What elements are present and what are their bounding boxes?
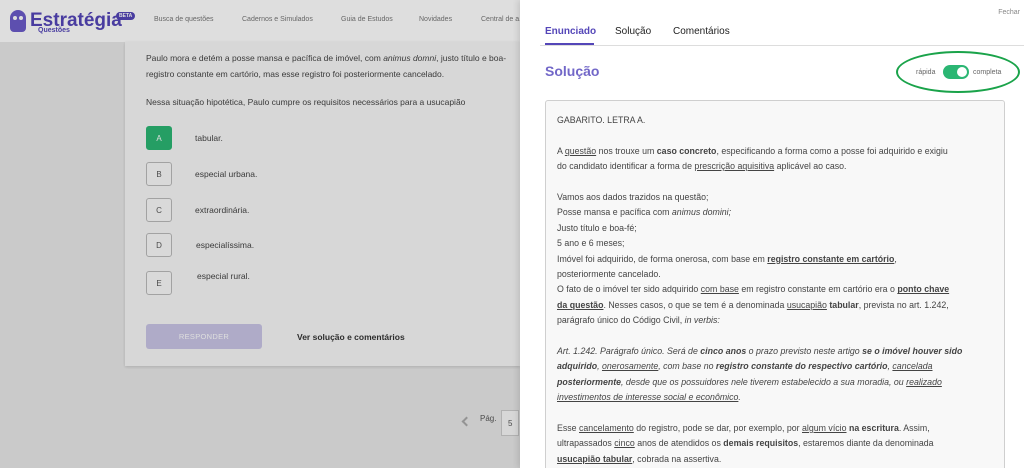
- close-button[interactable]: Fechar: [998, 9, 1020, 16]
- modal-overlay[interactable]: [0, 0, 520, 468]
- solution-title: Solução: [545, 63, 600, 79]
- tab-comentarios[interactable]: Comentários: [673, 26, 730, 37]
- solution-paragraph-2: O fato de o imóvel ter sido adquirido co…: [557, 284, 950, 326]
- data-item-4: Imóvel foi adquirido, de forma onerosa, …: [557, 253, 897, 264]
- gabarito-line: GABARITO. LETRA A.: [557, 115, 646, 125]
- data-item-5: posteriormente cancelado.: [557, 269, 661, 280]
- view-mode-toggle[interactable]: [943, 65, 969, 79]
- solution-paragraph-1: A questão nos trouxe um caso concreto, e…: [557, 145, 948, 172]
- toggle-label-completa: completa: [973, 69, 1002, 76]
- solution-paragraph-3: Esse cancelamento do registro, pode se d…: [557, 423, 934, 464]
- tab-solucao[interactable]: Solução: [615, 26, 651, 37]
- data-item-2: Justo título e boa-fé;: [557, 222, 637, 233]
- solution-text-box[interactable]: GABARITO. LETRA A. A questão nos trouxe …: [545, 100, 1005, 468]
- data-item-3: 5 ano e 6 meses;: [557, 238, 625, 249]
- tabs-divider: [540, 45, 1024, 46]
- toggle-label-rapida: rápida: [916, 69, 936, 76]
- solution-panel: Fechar Enunciado Solução Comentários Sol…: [520, 0, 1024, 468]
- tab-enunciado[interactable]: Enunciado: [545, 26, 596, 37]
- toggle-knob: [957, 67, 967, 77]
- article-quote: Art. 1.242. Parágrafo único. Será de cin…: [557, 346, 963, 403]
- data-item-1: Posse mansa e pacífica com animus domini…: [557, 207, 732, 218]
- data-intro: Vamos aos dados trazidos na questão;: [557, 192, 709, 202]
